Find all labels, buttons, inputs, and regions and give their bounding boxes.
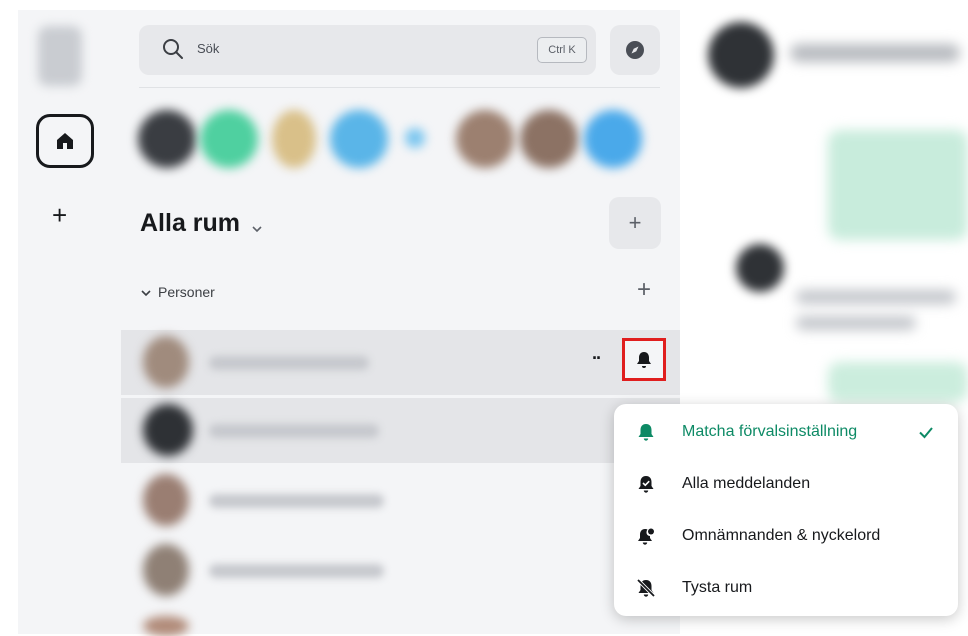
room-avatar [143, 616, 189, 636]
home-icon [57, 133, 73, 149]
favourite-avatar[interactable] [456, 110, 514, 168]
section-label: Personer [158, 284, 215, 300]
user-avatar[interactable] [38, 26, 82, 86]
search-shortcut: Ctrl K [537, 37, 587, 63]
room-header-name [790, 44, 960, 62]
room-name [209, 564, 384, 578]
notification-menu: Matcha förvalsinställning Alla meddeland… [614, 404, 958, 616]
message-text [796, 290, 956, 304]
checkmark-icon [919, 427, 933, 439]
room-name [209, 494, 384, 508]
room-avatar [143, 474, 189, 526]
menu-item-label: Matcha förvalsinställning [682, 423, 858, 440]
favourite-avatar[interactable] [272, 110, 316, 168]
bell-icon [638, 424, 654, 441]
room-avatar [143, 544, 189, 596]
menu-item-mute[interactable]: Tysta rum [614, 562, 958, 614]
room-list-title[interactable]: Alla rum [140, 209, 240, 238]
menu-item-label: Tysta rum [682, 579, 753, 596]
message-text [796, 316, 916, 330]
chevron-down-icon [141, 290, 151, 297]
favourite-avatar[interactable] [330, 110, 388, 168]
menu-item-label: Alla meddelanden [682, 475, 811, 492]
space-bar [18, 10, 121, 634]
notification-settings-button[interactable] [622, 338, 666, 381]
room-name [209, 424, 379, 438]
sender-avatar [708, 22, 774, 88]
bell-icon [637, 351, 651, 368]
room-row[interactable] [121, 398, 680, 463]
menu-item-default[interactable]: Matcha förvalsinställning [614, 406, 958, 458]
chevron-down-icon[interactable] [250, 222, 264, 236]
room-row[interactable] [121, 606, 680, 636]
bell-ring-icon [638, 476, 654, 493]
message-bubble [828, 362, 968, 402]
bell-off-icon [636, 578, 656, 598]
menu-item-label: Omnämnanden & nyckelord [682, 527, 881, 544]
room-avatar [143, 404, 193, 456]
room-name [209, 356, 369, 370]
search-field[interactable]: Sök Ctrl K [139, 25, 596, 75]
favourite-avatar[interactable] [405, 128, 425, 148]
divider [139, 87, 660, 88]
search-icon [163, 39, 183, 59]
room-options-button[interactable]: ·· [592, 348, 602, 369]
bell-mention-icon [638, 528, 654, 545]
section-header[interactable]: Personer [140, 284, 215, 300]
favourite-avatar[interactable] [138, 110, 196, 168]
favourite-avatar[interactable] [520, 110, 578, 168]
favourite-avatar[interactable] [584, 110, 642, 168]
menu-item-mentions-keywords[interactable]: Omnämnanden & nyckelord [614, 510, 958, 562]
search-placeholder: Sök [197, 41, 220, 56]
compass-icon [626, 41, 644, 59]
create-space-button[interactable]: + [52, 200, 67, 231]
explore-rooms-button[interactable] [610, 25, 660, 75]
home-button[interactable] [36, 114, 94, 168]
room-row[interactable] [121, 538, 680, 603]
add-person-button[interactable]: + [637, 276, 651, 304]
message-bubble [828, 130, 968, 240]
favourite-avatar[interactable] [200, 110, 258, 168]
sender-avatar [736, 244, 784, 292]
menu-item-all-messages[interactable]: Alla meddelanden [614, 458, 958, 510]
add-room-button[interactable]: + [609, 197, 661, 249]
room-row[interactable] [121, 468, 680, 533]
room-avatar [143, 336, 189, 388]
